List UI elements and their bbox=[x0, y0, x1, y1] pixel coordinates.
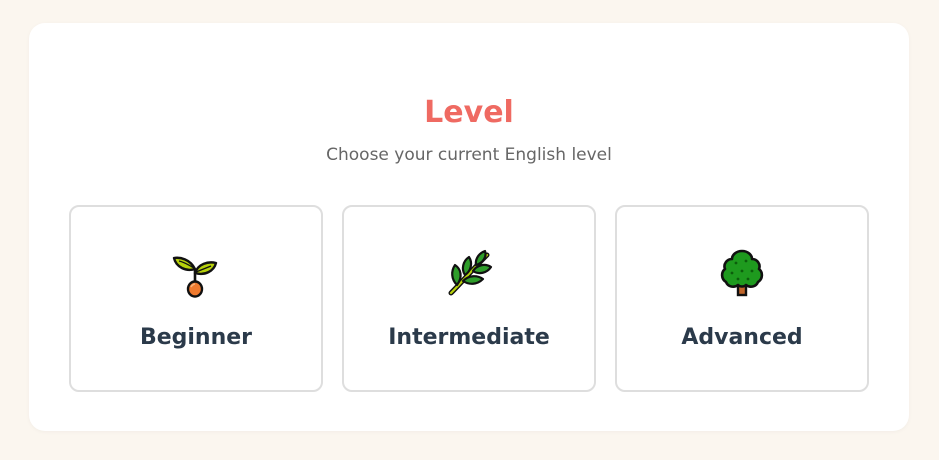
level-option-label: Advanced bbox=[681, 325, 803, 350]
seedling-icon bbox=[71, 247, 321, 299]
level-option-label: Beginner bbox=[139, 325, 253, 350]
page-title: Level bbox=[424, 95, 514, 130]
level-options: Beginner Intermediate Advanced bbox=[69, 205, 869, 392]
level-option-beginner[interactable]: Beginner bbox=[69, 205, 323, 392]
tree-icon bbox=[617, 247, 867, 299]
level-option-advanced[interactable]: Advanced bbox=[615, 205, 869, 392]
page-subtitle: Choose your current English level bbox=[326, 145, 612, 165]
level-card: Level Choose your current English level bbox=[29, 23, 909, 431]
herb-icon bbox=[344, 247, 594, 299]
level-option-intermediate[interactable]: Intermediate bbox=[342, 205, 596, 392]
level-option-label: Intermediate bbox=[388, 325, 550, 350]
